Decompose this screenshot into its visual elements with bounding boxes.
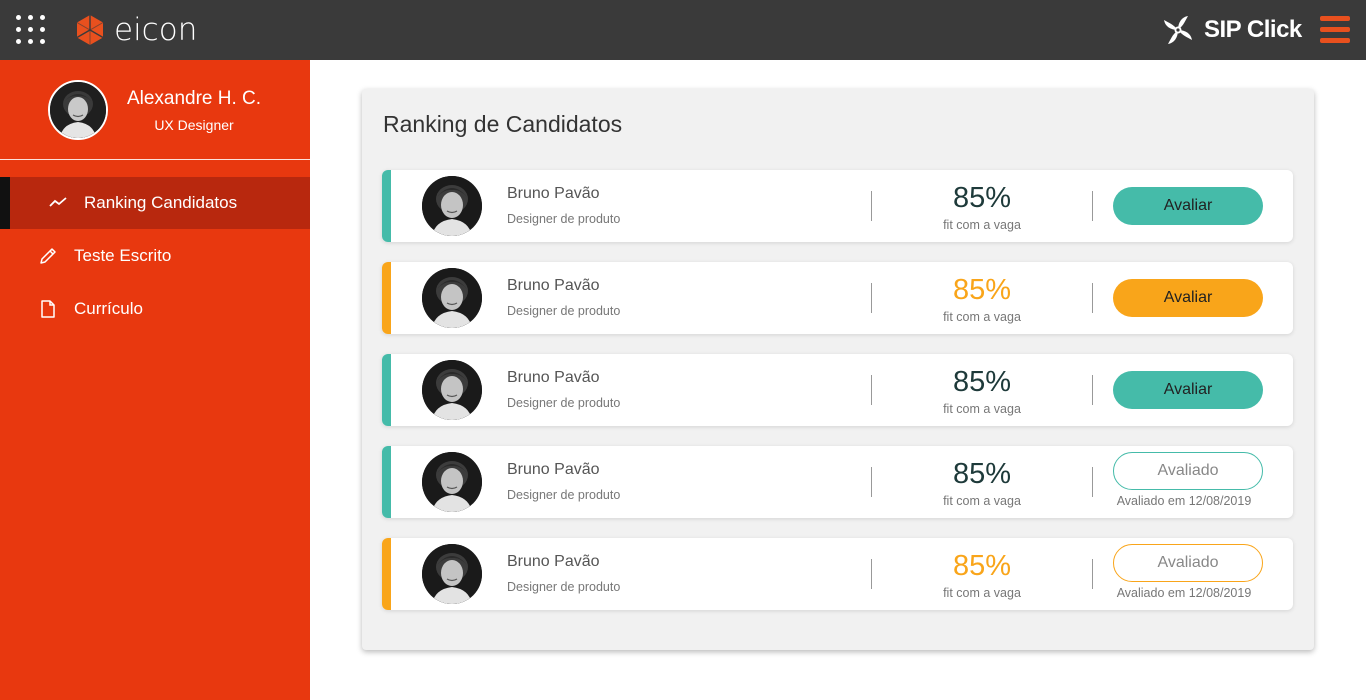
sipclick-logo-icon — [1164, 16, 1192, 44]
apps-grid-icon[interactable] — [16, 15, 46, 45]
pencil-icon — [40, 248, 56, 264]
candidate-card[interactable]: Bruno Pavão Designer de produto 85% fit … — [382, 262, 1293, 334]
candidate-name: Bruno Pavão — [507, 369, 600, 386]
status-accent-bar — [382, 354, 391, 426]
status-accent-bar — [382, 262, 391, 334]
sidebar-item-curriculo[interactable]: Currículo — [0, 283, 310, 335]
divider — [1092, 375, 1093, 405]
trend-icon — [49, 197, 67, 207]
candidate-role: Designer de produto — [507, 212, 621, 226]
avatar[interactable] — [48, 80, 108, 140]
document-icon — [41, 300, 55, 318]
candidate-name: Bruno Pavão — [507, 185, 600, 202]
fit-label: fit com a vaga — [943, 402, 1021, 416]
sidebar-item-label: Currículo — [74, 299, 143, 318]
sipclick-brand-text: SIP Click — [1204, 16, 1302, 43]
candidate-avatar — [422, 268, 482, 328]
status-accent-bar — [382, 170, 391, 242]
divider — [871, 375, 872, 405]
divider — [871, 559, 872, 589]
candidate-avatar — [422, 452, 482, 512]
fit-label: fit com a vaga — [943, 586, 1021, 600]
user-name: Alexandre H. C. — [126, 88, 262, 109]
page-title: Ranking de Candidatos — [383, 111, 623, 137]
divider — [871, 467, 872, 497]
sidebar: Alexandre H. C. UX Designer Ranking Cand… — [0, 60, 310, 700]
sidebar-item-label: Ranking Candidatos — [84, 193, 238, 212]
eicon-logo-icon — [76, 15, 104, 45]
fit-percentage: 85% — [952, 182, 1012, 214]
candidate-card[interactable]: Bruno Pavão Designer de produto 85% fit … — [382, 538, 1293, 610]
evaluate-button[interactable]: Avaliar — [1113, 279, 1263, 317]
fit-label: fit com a vaga — [943, 218, 1021, 232]
divider — [871, 283, 872, 313]
candidate-name: Bruno Pavão — [507, 277, 600, 294]
candidate-name: Bruno Pavão — [507, 553, 600, 570]
evaluation-date: Avaliado em 12/08/2019 — [1116, 494, 1252, 508]
fit-percentage: 85% — [952, 366, 1012, 398]
status-accent-bar — [382, 446, 391, 518]
user-role: UX Designer — [154, 117, 234, 133]
fit-percentage: 85% — [952, 550, 1012, 582]
sidebar-item-teste-escrito[interactable]: Teste Escrito — [0, 230, 310, 282]
user-profile: Alexandre H. C. UX Designer — [0, 60, 310, 160]
candidate-role: Designer de produto — [507, 396, 621, 410]
status-accent-bar — [382, 538, 391, 610]
candidate-card[interactable]: Bruno Pavão Designer de produto 85% fit … — [382, 170, 1293, 242]
hamburger-menu-icon[interactable] — [1320, 16, 1350, 44]
fit-label: fit com a vaga — [943, 310, 1021, 324]
sipclick-brand[interactable]: SIP Click — [1160, 12, 1302, 48]
top-bar: eicon SIP Click — [0, 0, 1366, 60]
candidate-name: Bruno Pavão — [507, 461, 600, 478]
candidate-avatar — [422, 360, 482, 420]
candidate-avatar — [422, 176, 482, 236]
evaluation-date: Avaliado em 12/08/2019 — [1116, 586, 1252, 600]
ranking-panel: Ranking de Candidatos Bruno Pavão Design… — [362, 89, 1314, 650]
fit-percentage: 85% — [952, 458, 1012, 490]
candidate-role: Designer de produto — [507, 580, 621, 594]
candidate-role: Designer de produto — [507, 304, 621, 318]
divider — [1092, 467, 1093, 497]
eicon-logo-text: eicon — [114, 12, 198, 48]
fit-label: fit com a vaga — [943, 494, 1021, 508]
candidate-card[interactable]: Bruno Pavão Designer de produto 85% fit … — [382, 446, 1293, 518]
candidate-role: Designer de produto — [507, 488, 621, 502]
divider — [1092, 559, 1093, 589]
evaluate-button[interactable]: Avaliar — [1113, 187, 1263, 225]
candidate-card[interactable]: Bruno Pavão Designer de produto 85% fit … — [382, 354, 1293, 426]
evaluate-button[interactable]: Avaliar — [1113, 371, 1263, 409]
fit-percentage: 85% — [952, 274, 1012, 306]
evaluate-button[interactable]: Avaliado — [1113, 544, 1263, 582]
sidebar-item-label: Teste Escrito — [74, 246, 172, 265]
candidate-avatar — [422, 544, 482, 604]
divider — [1092, 283, 1093, 313]
sidebar-item-ranking-candidatos[interactable]: Ranking Candidatos — [0, 177, 310, 229]
divider — [1092, 191, 1093, 221]
evaluate-button[interactable]: Avaliado — [1113, 452, 1263, 490]
eicon-logo[interactable]: eicon — [74, 14, 197, 46]
divider — [871, 191, 872, 221]
